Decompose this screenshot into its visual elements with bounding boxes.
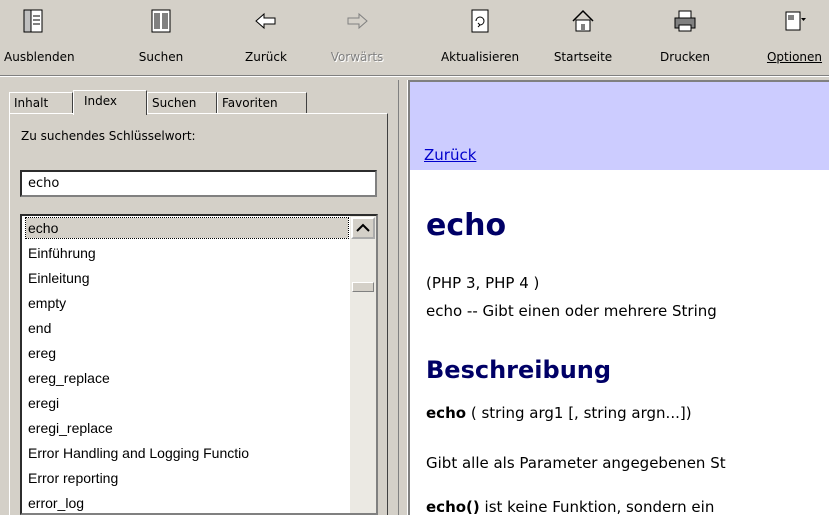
back-arrow-icon [255,12,276,30]
tab-favorites-label: Favoriten [222,96,278,110]
index-list-item[interactable]: Error Handling and Logging Functio [26,443,249,463]
back-button[interactable]: Zurück [240,8,292,70]
navigation-pane: Inhalt Index Suchen Favoriten Zu suchend… [0,80,398,515]
note-paragraph: echo() ist keine Funktion, sondern ein [426,498,714,515]
index-list-item[interactable]: eregi [26,393,59,413]
options-button-label: Optionen [766,50,823,64]
summary-text: echo -- Gibt einen oder mehrere String [426,302,717,320]
options-button[interactable]: Optionen [760,8,829,70]
forward-arrow-icon [347,12,368,30]
hide-pane-icon [23,9,43,33]
hide-button-label: Ausblenden [4,50,75,64]
section-heading: Beschreibung [426,356,612,384]
refresh-icon [471,9,489,33]
tab-index[interactable]: Index [73,90,147,115]
back-link[interactable]: Zurück [424,146,476,164]
forward-button[interactable]: Vorwärts [322,8,392,70]
signature-name: echo [426,404,467,422]
home-icon [572,9,594,32]
tab-favorites[interactable]: Favoriten [217,92,307,113]
index-list-item-selected[interactable]: echo [25,217,349,239]
scroll-thumb[interactable] [352,282,374,292]
index-list-item[interactable]: Error reporting [26,468,118,488]
content-pane: Zurück echo (PHP 3, PHP 4 ) echo -- Gibt… [408,80,829,515]
versions-text: (PHP 3, PHP 4 ) [426,274,540,292]
index-list-item[interactable]: error_log [26,493,84,513]
options-icon [785,11,806,31]
hide-button[interactable]: Ausblenden [4,8,75,70]
toolbar: Ausblenden Suchen Zurück Vorwärts Aktual… [0,0,829,76]
index-list-item[interactable]: Einführung [26,243,96,263]
index-list-item[interactable]: eregi_replace [26,418,113,438]
keyword-label: Zu suchendes Schlüsselwort: [21,129,196,143]
print-button[interactable]: Drucken [654,8,716,70]
signature-params: ( string arg1 [, string argn...]) [466,404,692,422]
index-scrollbar[interactable] [350,216,376,513]
refresh-button-label: Aktualisieren [440,50,520,64]
pane-splitter[interactable] [398,80,408,515]
index-list-item[interactable]: empty [26,293,66,313]
search-button-label: Suchen [138,50,184,64]
tab-contents[interactable]: Inhalt [9,92,73,113]
tab-search[interactable]: Suchen [147,92,217,113]
scroll-up-button[interactable] [351,217,375,239]
tab-index-label: Index [84,94,118,108]
print-icon [674,10,696,32]
page-nav-bar: Zurück [410,82,829,170]
note-bold: echo() [426,498,480,515]
index-list[interactable]: echo Einführung Einleitung empty end ereg ereg… [20,214,378,515]
home-button[interactable]: Startseite [548,8,618,70]
search-button[interactable]: Suchen [132,8,190,70]
index-list-item[interactable]: ereg_replace [26,368,110,388]
refresh-button[interactable]: Aktualisieren [428,8,532,70]
index-list-item[interactable]: end [26,318,51,338]
chevron-up-icon [356,223,370,232]
description-paragraph: Gibt alle als Parameter angegebenen St [426,454,726,472]
back-button-label: Zurück [245,50,287,64]
page-title: echo [426,208,507,243]
keyword-input[interactable]: echo [20,170,377,197]
index-list-item[interactable]: Einleitung [26,268,90,288]
home-button-label: Startseite [553,50,613,64]
note-text: ist keine Funktion, sondern ein [479,498,715,515]
tab-search-label: Suchen [152,96,197,110]
forward-button-label: Vorwärts [330,50,384,64]
tab-contents-label: Inhalt [14,96,49,110]
print-button-label: Drucken [660,50,710,64]
index-list-item[interactable]: ereg [26,343,56,363]
signature-line: echo ( string arg1 [, string argn...]) [426,404,692,422]
search-icon [151,9,171,33]
